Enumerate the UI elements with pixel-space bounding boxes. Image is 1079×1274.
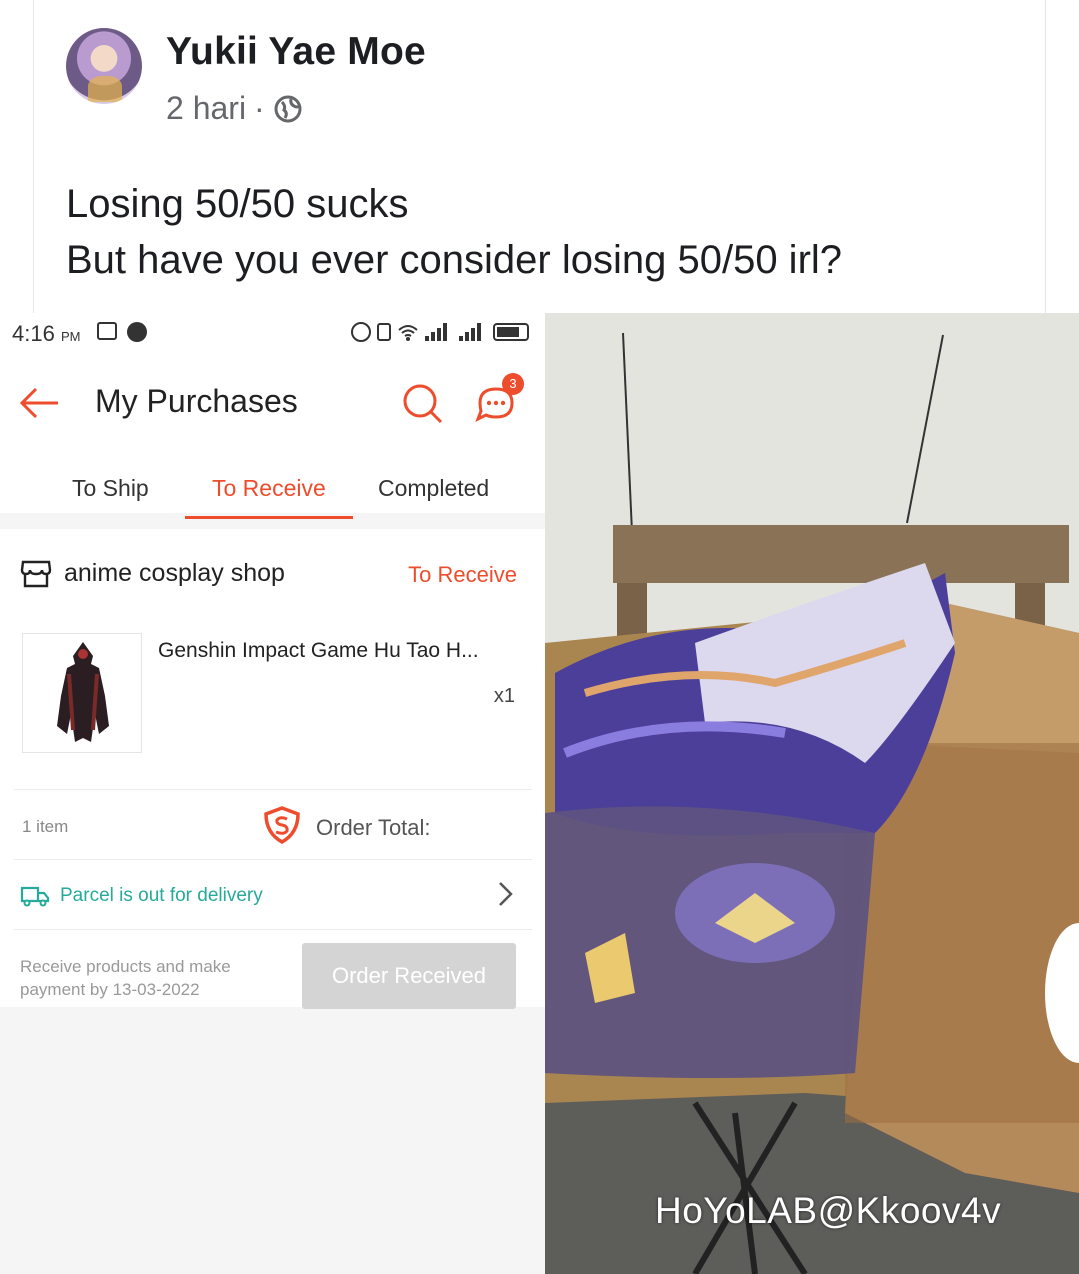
vibrate-icon xyxy=(377,323,391,341)
search-icon[interactable] xyxy=(400,381,444,425)
post-border-right xyxy=(1045,0,1046,313)
app-header: My Purchases 3 To Ship To Receive Comple… xyxy=(0,353,545,513)
order-card[interactable]: anime cosplay shop To Receive Genshin Im… xyxy=(0,529,545,1009)
product-quantity: x1 xyxy=(493,685,515,707)
status-time: 4:16 PM xyxy=(12,321,81,346)
post-text-line-1: Losing 50/50 sucks xyxy=(66,182,409,226)
post-text: Losing 50/50 sucks But have you ever con… xyxy=(66,176,842,288)
order-received-button[interactable]: Order Received xyxy=(302,943,516,1009)
status-right-icons xyxy=(351,322,529,342)
delivery-status[interactable]: Parcel is out for delivery xyxy=(60,885,263,907)
facebook-post: Yukii Yae Moe 2 hari · Losing 50/50 suck… xyxy=(0,0,1079,313)
order-status: To Receive xyxy=(408,562,517,587)
order-total-label: Order Total: xyxy=(316,815,431,840)
messenger-icon xyxy=(127,322,147,342)
post-meta: 2 hari · xyxy=(166,90,303,127)
active-tab-indicator xyxy=(185,516,353,519)
signal-icon-2 xyxy=(459,323,487,341)
status-bar: 4:16 PM xyxy=(0,313,545,353)
notification-icon xyxy=(97,322,117,340)
phone-screenshot: 4:16 PM My Purchases 3 To Ship To Receiv… xyxy=(0,313,545,1274)
parcel-photo-illustration xyxy=(545,313,1079,1274)
divider xyxy=(14,789,532,790)
truck-icon xyxy=(20,886,50,907)
item-count: 1 item xyxy=(22,817,69,836)
status-left-icons xyxy=(97,322,147,342)
tab-to-ship[interactable]: To Ship xyxy=(72,475,149,502)
post-text-line-2: But have you ever consider losing 50/50 … xyxy=(66,238,843,282)
post-border-left xyxy=(33,0,34,313)
parcel-photo xyxy=(545,313,1079,1274)
globe-icon xyxy=(274,95,302,122)
page-title: My Purchases xyxy=(95,383,298,419)
alarm-icon xyxy=(351,322,371,342)
divider xyxy=(14,859,532,860)
shop-name[interactable]: anime cosplay shop xyxy=(64,559,285,588)
meta-separator: · xyxy=(254,90,265,126)
back-arrow-icon[interactable] xyxy=(18,383,62,423)
shop-icon xyxy=(20,560,52,588)
tab-completed[interactable]: Completed xyxy=(378,475,489,502)
chat-badge: 3 xyxy=(502,373,524,395)
product-name[interactable]: Genshin Impact Game Hu Tao H... xyxy=(158,639,479,663)
costume-image xyxy=(57,642,109,742)
wifi-icon xyxy=(398,325,418,341)
watermark: HoYoLAB@Kkoov4v xyxy=(655,1190,1002,1231)
poster-name[interactable]: Yukii Yae Moe xyxy=(166,30,426,74)
post-time[interactable]: 2 hari xyxy=(166,90,246,127)
chevron-right-icon[interactable] xyxy=(497,879,515,909)
product-thumbnail[interactable] xyxy=(22,633,142,753)
tab-to-receive[interactable]: To Receive xyxy=(212,475,326,502)
shopee-guarantee-icon xyxy=(264,806,300,845)
signal-icon-1 xyxy=(425,323,453,341)
avatar[interactable] xyxy=(66,28,142,104)
divider xyxy=(14,929,532,930)
payment-deadline-note: Receive products and make payment by 13-… xyxy=(20,957,231,999)
battery-icon xyxy=(493,323,529,341)
